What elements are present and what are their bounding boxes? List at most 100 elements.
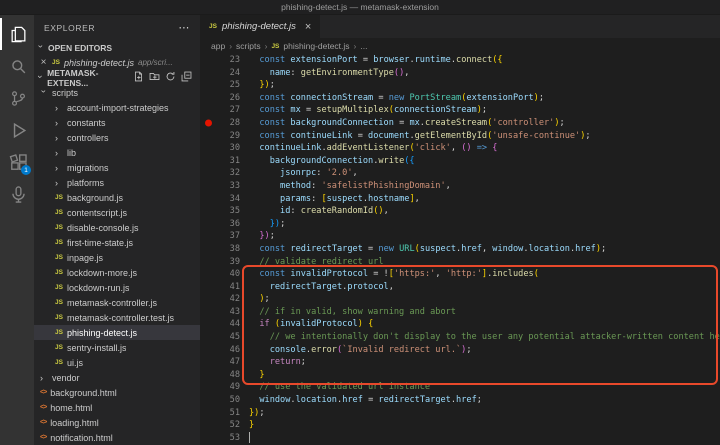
code-text[interactable]: const invalidProtocol = !['https:', 'htt…: [240, 268, 539, 281]
refresh-icon[interactable]: [165, 71, 176, 84]
line-number[interactable]: 42: [200, 293, 240, 306]
code-text[interactable]: id: createRandomId(),: [240, 205, 389, 218]
breadcrumb-item[interactable]: phishing-detect.js: [283, 41, 349, 51]
tree-item-phishing-detect.js[interactable]: JSphishing-detect.js: [34, 325, 200, 340]
code-text[interactable]: continueLink.addEventListener('click', (…: [240, 142, 497, 155]
line-number[interactable]: 37: [200, 230, 240, 243]
line-number[interactable]: 29: [200, 130, 240, 143]
tree-item-first-time-state.js[interactable]: JSfirst-time-state.js: [34, 235, 200, 250]
code-text[interactable]: const redirectTarget = new URL(suspect.h…: [240, 243, 606, 256]
line-number[interactable]: 50: [200, 394, 240, 407]
breakpoint-icon[interactable]: [205, 120, 212, 127]
tree-item-account-import-strategies[interactable]: ›account-import-strategies: [34, 100, 200, 115]
code-editor[interactable]: 23 const extensionPort = browser.runtime…: [200, 54, 720, 445]
tree-item-lib[interactable]: ›lib: [34, 145, 200, 160]
more-actions-icon[interactable]: ⋯: [178, 21, 190, 34]
breadcrumb-item[interactable]: ...: [360, 41, 367, 51]
microphone-icon[interactable]: [0, 178, 34, 210]
code-text[interactable]: window.location.href = redirectTarget.hr…: [240, 394, 482, 407]
line-number[interactable]: 32: [200, 167, 240, 180]
line-number[interactable]: 33: [200, 180, 240, 193]
tree-item-background.js[interactable]: JSbackground.js: [34, 190, 200, 205]
tree-item-sentry-install.js[interactable]: JSsentry-install.js: [34, 340, 200, 355]
code-text[interactable]: return;: [240, 356, 306, 369]
open-editors-header[interactable]: › OPEN EDITORS: [34, 40, 200, 55]
tree-item-disable-console.js[interactable]: JSdisable-console.js: [34, 220, 200, 235]
tree-item-vendor[interactable]: ›vendor: [34, 370, 200, 385]
line-number[interactable]: 25: [200, 79, 240, 92]
code-text[interactable]: }: [240, 369, 265, 382]
new-folder-icon[interactable]: [149, 71, 160, 84]
code-text[interactable]: });: [240, 218, 285, 231]
code-text[interactable]: name: getEnvironmentType(),: [240, 67, 409, 80]
line-number[interactable]: 53: [200, 432, 240, 445]
code-text[interactable]: // use the validated url instance: [240, 381, 430, 394]
code-text[interactable]: const backgroundConnection = mx.createSt…: [240, 117, 565, 130]
code-text[interactable]: backgroundConnection.write({: [240, 155, 415, 168]
breadcrumb-item[interactable]: app: [211, 41, 225, 51]
line-number[interactable]: 36: [200, 218, 240, 231]
code-text[interactable]: });: [240, 230, 275, 243]
close-icon[interactable]: ×: [39, 57, 48, 68]
tree-item-scripts[interactable]: ›scripts: [34, 85, 200, 100]
tree-item-notification.html[interactable]: <>notification.html: [34, 430, 200, 445]
tree-item-loading.html[interactable]: <>loading.html: [34, 415, 200, 430]
code-text[interactable]: method: 'safelistPhishingDomain',: [240, 180, 451, 193]
line-number[interactable]: 35: [200, 205, 240, 218]
line-number[interactable]: 43: [200, 306, 240, 319]
line-number[interactable]: 52: [200, 419, 240, 432]
line-number[interactable]: 51: [200, 407, 240, 420]
tree-item-platforms[interactable]: ›platforms: [34, 175, 200, 190]
line-number[interactable]: 39: [200, 256, 240, 269]
code-text[interactable]: const continueLink = document.getElement…: [240, 130, 591, 143]
code-text[interactable]: const mx = setupMultiplex(connectionStre…: [240, 104, 487, 117]
line-number[interactable]: 45: [200, 331, 240, 344]
line-number[interactable]: 31: [200, 155, 240, 168]
tree-item-home.html[interactable]: <>home.html: [34, 400, 200, 415]
tree-item-inpage.js[interactable]: JSinpage.js: [34, 250, 200, 265]
line-number[interactable]: 30: [200, 142, 240, 155]
tree-item-migrations[interactable]: ›migrations: [34, 160, 200, 175]
code-text[interactable]: params: [suspect.hostname],: [240, 193, 420, 206]
tree-item-metamask-controller.js[interactable]: JSmetamask-controller.js: [34, 295, 200, 310]
explorer-icon[interactable]: [0, 18, 34, 50]
debug-icon[interactable]: [0, 114, 34, 146]
collapse-all-icon[interactable]: [181, 71, 192, 84]
code-text[interactable]: console.error(`Invalid redirect url.`);: [240, 344, 472, 357]
line-number[interactable]: 34: [200, 193, 240, 206]
tree-item-contentscript.js[interactable]: JScontentscript.js: [34, 205, 200, 220]
code-text[interactable]: if (invalidProtocol) {: [240, 318, 373, 331]
code-text[interactable]: jsonrpc: '2.0',: [240, 167, 358, 180]
tree-item-constants[interactable]: ›constants: [34, 115, 200, 130]
close-icon[interactable]: ×: [305, 21, 311, 33]
extensions-icon[interactable]: 1: [0, 146, 34, 178]
line-number[interactable]: 40: [200, 268, 240, 281]
line-number[interactable]: 47: [200, 356, 240, 369]
code-text[interactable]: [240, 432, 250, 445]
line-number[interactable]: 46: [200, 344, 240, 357]
line-number[interactable]: 48: [200, 369, 240, 382]
code-text[interactable]: const extensionPort = browser.runtime.co…: [240, 54, 503, 67]
code-text[interactable]: // validate redirect url: [240, 256, 384, 269]
tree-item-metamask-controller.test.js[interactable]: JSmetamask-controller.test.js: [34, 310, 200, 325]
line-number[interactable]: 28: [200, 117, 240, 130]
line-number[interactable]: 38: [200, 243, 240, 256]
code-text[interactable]: // we intentionally don't display to the…: [240, 331, 720, 344]
tree-item-lockdown-more.js[interactable]: JSlockdown-more.js: [34, 265, 200, 280]
tree-item-background.html[interactable]: <>background.html: [34, 385, 200, 400]
line-number[interactable]: 23: [200, 54, 240, 67]
line-number[interactable]: 41: [200, 281, 240, 294]
tree-item-controllers[interactable]: ›controllers: [34, 130, 200, 145]
tab-phishing-detect[interactable]: JS phishing-detect.js ×: [200, 15, 321, 38]
code-text[interactable]: const connectionStream = new PortStream(…: [240, 92, 544, 105]
workspace-header[interactable]: › METAMASK-EXTENS...: [34, 70, 200, 85]
source-control-icon[interactable]: [0, 82, 34, 114]
code-text[interactable]: });: [240, 407, 265, 420]
code-text[interactable]: });: [240, 79, 275, 92]
tree-item-lockdown-run.js[interactable]: JSlockdown-run.js: [34, 280, 200, 295]
code-text[interactable]: }: [240, 419, 254, 432]
line-number[interactable]: 26: [200, 92, 240, 105]
new-file-icon[interactable]: [133, 71, 144, 84]
code-text[interactable]: redirectTarget.protocol,: [240, 281, 394, 294]
code-text[interactable]: );: [240, 293, 270, 306]
